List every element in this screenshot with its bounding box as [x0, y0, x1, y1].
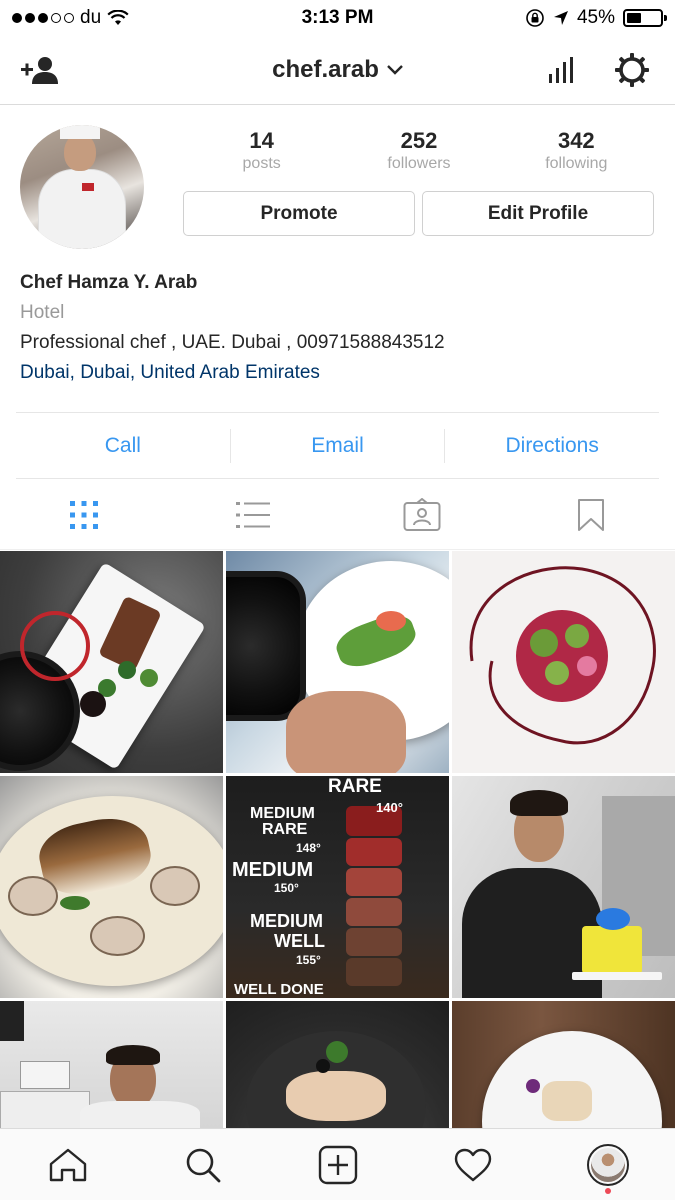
profile-view-tabs — [0, 480, 675, 550]
doneness-temp-medium-rare: 148° — [296, 841, 321, 855]
grid-photo-steak-doneness[interactable]: RARE 140° MEDIUM RARE 148° MEDIUM 150° M… — [226, 776, 449, 998]
tab-saved[interactable] — [506, 480, 675, 549]
bookmark-icon — [577, 498, 604, 531]
posts-count: 14 — [249, 128, 274, 153]
tab-profile[interactable] — [540, 1129, 675, 1200]
promote-button[interactable]: Promote — [183, 191, 415, 236]
settings-button[interactable] — [610, 48, 654, 92]
tab-tagged[interactable] — [338, 480, 507, 549]
status-right: 45% — [525, 7, 667, 29]
home-icon — [49, 1148, 86, 1181]
contact-bar: Call Email Directions — [16, 412, 659, 479]
notification-dot — [604, 1188, 611, 1194]
directions-button[interactable]: Directions — [445, 434, 659, 458]
doneness-label-medium-well-2: WELL — [274, 931, 325, 951]
carrier-name: du — [80, 7, 102, 28]
grid-icon — [70, 500, 99, 529]
status-left: du — [12, 7, 129, 29]
doneness-label-medium-well-1: MEDIUM — [250, 911, 323, 931]
bottom-tab-bar — [0, 1128, 675, 1200]
wifi-icon — [107, 10, 129, 25]
doneness-label-medium-rare-1: MEDIUM — [250, 805, 315, 822]
profile-bio: Chef Hamza Y. Arab Hotel Professional ch… — [20, 268, 660, 388]
profile-nav-bar: chef.arab — [0, 36, 675, 105]
tab-home[interactable] — [0, 1129, 135, 1200]
followers-count: 252 — [400, 128, 438, 153]
grid-photo-chef-with-cake[interactable] — [452, 776, 675, 998]
grid-photo-steak-plate[interactable] — [0, 551, 223, 773]
grid-photo-plated-greens[interactable] — [226, 551, 449, 773]
posts-label: posts — [242, 155, 281, 172]
profile-location-link[interactable]: Dubai, Dubai, United Arab Emirates — [20, 358, 660, 388]
grid-photo-office-selfie[interactable] — [0, 1001, 223, 1131]
insights-icon — [549, 57, 573, 83]
grid-photo-fish-clams[interactable] — [0, 776, 223, 998]
username-title: chef.arab — [272, 56, 379, 83]
gear-icon — [615, 53, 649, 87]
posts-stat[interactable]: 14 posts — [183, 128, 340, 174]
add-person-icon — [21, 57, 58, 84]
profile-avatar — [586, 1143, 629, 1186]
photo-grid: RARE 140° MEDIUM RARE 148° MEDIUM 150° M… — [0, 551, 675, 1131]
doneness-label-medium-rare-2: RARE — [262, 821, 308, 838]
followers-label: followers — [387, 155, 451, 172]
add-post-icon — [318, 1145, 357, 1184]
heart-icon — [454, 1148, 491, 1181]
grid-photo-plated-seafood[interactable] — [226, 1001, 449, 1131]
profile-category: Hotel — [20, 302, 65, 323]
email-button[interactable]: Email — [231, 434, 445, 458]
followers-stat[interactable]: 252 followers — [340, 128, 497, 174]
doneness-label-rare: RARE — [328, 776, 382, 797]
battery-percent: 45% — [576, 7, 615, 28]
insights-button[interactable] — [540, 48, 584, 92]
doneness-temp-medium: 150° — [274, 881, 299, 895]
profile-name: Chef Hamza Y. Arab — [20, 272, 198, 293]
chevron-down-icon — [387, 65, 403, 75]
profile-avatar[interactable] — [20, 125, 144, 249]
location-arrow-icon — [553, 11, 568, 25]
signal-strength-icon — [12, 13, 74, 23]
doneness-label-medium: MEDIUM — [232, 859, 314, 881]
tab-activity[interactable] — [405, 1129, 540, 1200]
edit-profile-button[interactable]: Edit Profile — [422, 191, 654, 236]
list-icon — [236, 501, 271, 528]
following-stat[interactable]: 342 following — [498, 128, 655, 174]
following-count: 342 — [557, 128, 595, 153]
rotation-lock-icon — [526, 9, 544, 27]
grid-photo-beet-salad[interactable] — [452, 551, 675, 773]
doneness-temp-medium-well: 155° — [296, 953, 321, 967]
tab-search[interactable] — [135, 1129, 270, 1200]
tab-new-post[interactable] — [270, 1129, 405, 1200]
search-icon — [186, 1148, 220, 1182]
battery-icon — [623, 9, 667, 27]
call-button[interactable]: Call — [16, 434, 230, 458]
username-dropdown[interactable]: chef.arab — [272, 56, 403, 84]
grid-photo-plate-on-wood[interactable] — [452, 1001, 675, 1131]
tagged-icon — [403, 497, 441, 531]
doneness-label-well-done: WELL DONE — [234, 981, 324, 998]
profile-bio-text: Professional chef , UAE. Dubai , 0097158… — [20, 332, 445, 353]
status-bar: du 3:13 PM 45% — [0, 0, 675, 36]
add-person-button[interactable] — [18, 48, 62, 92]
doneness-temp-rare: 140° — [376, 800, 403, 815]
tab-list-view[interactable] — [169, 480, 338, 549]
following-label: following — [545, 155, 608, 172]
tab-grid-view[interactable] — [0, 480, 169, 549]
profile-stats: 14 posts 252 followers 342 following — [183, 128, 655, 174]
